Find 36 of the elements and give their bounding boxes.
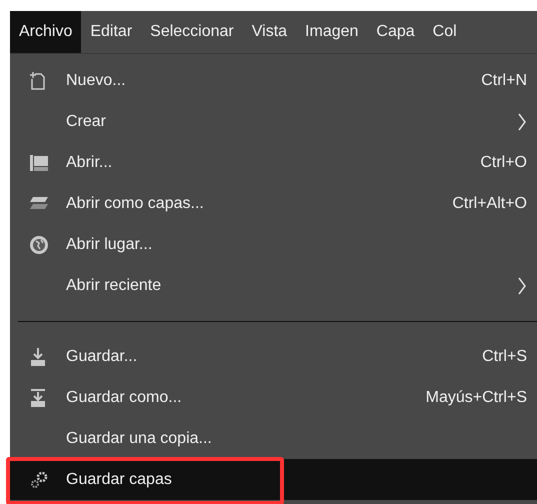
menu-item-label: Nuevo... xyxy=(66,70,126,90)
menu-bar-item[interactable]: Editar xyxy=(81,11,142,53)
monitor-icon xyxy=(29,154,49,172)
menu-item-label: Crear xyxy=(66,112,106,132)
menu-bar-item[interactable]: Imagen xyxy=(296,11,368,53)
gears-icon xyxy=(29,470,49,490)
shortcut-label: Ctrl+N xyxy=(481,70,527,90)
shortcut-label: Ctrl+O xyxy=(480,152,527,172)
shortcut-label: Mayús+Ctrl+S xyxy=(426,388,527,408)
menu-item-label: Abrir... xyxy=(66,152,112,172)
download-icon xyxy=(29,346,47,366)
shortcut-label: Ctrl+Alt+O xyxy=(452,194,527,214)
menu-bar-item[interactable]: Archivo xyxy=(10,11,82,53)
menu-item[interactable]: Abrir lugar... xyxy=(10,224,537,265)
menu-item[interactable]: Abrir... Ctrl+O xyxy=(10,142,537,183)
menu-item[interactable]: Nuevo... Ctrl+N xyxy=(10,60,537,101)
shortcut-label: Ctrl+S xyxy=(482,346,527,366)
menu-bar-item[interactable]: Capa xyxy=(367,11,424,53)
menu-item[interactable]: Guardar... Ctrl+S xyxy=(10,336,537,377)
menu-bar-item[interactable]: Col xyxy=(424,11,466,53)
menu-item-label: Guardar una copia... xyxy=(66,428,212,448)
menu-item[interactable]: Crear xyxy=(10,101,537,142)
menu-item-label: Guardar capas xyxy=(66,470,172,490)
menu-item-label: Abrir reciente xyxy=(66,276,162,296)
menu-item[interactable]: Guardar una copia... xyxy=(10,418,537,459)
save-as-icon xyxy=(29,388,47,408)
menu-item-label: Abrir lugar... xyxy=(66,234,152,254)
menu-item-label: Guardar como... xyxy=(66,388,182,408)
menu-item-label: Abrir como capas... xyxy=(66,194,204,214)
menu-item[interactable]: Abrir reciente xyxy=(10,265,537,306)
new-document-icon xyxy=(29,70,47,90)
menu-bar-item[interactable]: Vista xyxy=(242,11,296,53)
menu-item[interactable]: Guardar como... Mayús+Ctrl+S xyxy=(10,377,537,418)
menu-bar-item[interactable]: Seleccionar xyxy=(141,11,243,53)
menu-item-label: Guardar... xyxy=(66,346,138,366)
menu-item[interactable]: Abrir como capas... Ctrl+Alt+O xyxy=(10,183,537,224)
